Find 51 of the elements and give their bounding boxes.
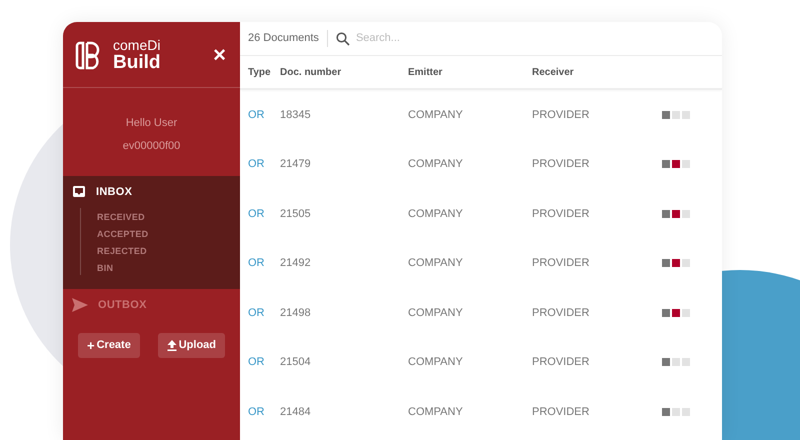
doc-number: 21479 — [280, 157, 312, 172]
receiver-cell-text: PROVIDER — [532, 355, 590, 370]
column-header: Doc. number — [280, 66, 342, 80]
emitter-cell-text: COMPANY — [408, 355, 464, 370]
emitter-cell-text: COMPANY — [408, 157, 464, 172]
doc-number: 21504 — [280, 355, 312, 370]
inbox-icon — [72, 185, 86, 199]
create-button[interactable]: +Create — [78, 333, 140, 358]
send-icon — [72, 298, 88, 312]
nav-item[interactable]: INBOX — [63, 176, 240, 208]
brand-name: Build — [113, 52, 160, 72]
emitter-cell-text: COMPANY — [408, 256, 464, 271]
doc-type[interactable]: OR — [248, 206, 280, 222]
doc-type[interactable]: OR — [248, 106, 280, 123]
emitter-cell-text: COMPANY — [408, 206, 464, 222]
nav-subitem[interactable]: ACCEPTED — [97, 227, 240, 241]
receiver-cell-text: PROVIDER — [532, 404, 590, 420]
doc-type[interactable]: OR — [248, 354, 280, 370]
user-id: ev00000f00 — [122, 138, 180, 154]
emitter-cell-text: COMPANY — [408, 108, 464, 122]
upload-button[interactable]: Upload — [158, 333, 225, 358]
receiver-cell-text: PROVIDER — [532, 157, 590, 172]
column-header: Emitter — [408, 66, 444, 80]
doc-type[interactable]: OR — [248, 304, 280, 321]
close-button[interactable]: × — [213, 44, 226, 66]
receiver-cell-text: PROVIDER — [532, 206, 590, 222]
emitter-cell-text: COMPANY — [408, 306, 464, 320]
doc-number: 21484 — [280, 404, 312, 420]
nav-item[interactable]: OUTBOX — [63, 289, 240, 321]
column-header: Receiver — [532, 66, 575, 80]
doc-type[interactable]: OR — [248, 156, 280, 172]
receiver-cell-text: PROVIDER — [532, 108, 590, 122]
emitter-cell-text: COMPANY — [408, 404, 464, 420]
search-field[interactable]: Search... — [356, 30, 516, 47]
nav-subitem[interactable]: BIN — [97, 261, 240, 275]
document-count: 26 Documents — [248, 30, 328, 47]
upload-icon — [166, 340, 177, 351]
doc-number: 21492 — [280, 256, 312, 271]
doc-number: 18345 — [280, 108, 312, 122]
brand-name: comeDi — [113, 38, 160, 52]
doc-type[interactable]: OR — [248, 404, 280, 420]
nav-subitem[interactable]: REJECTED — [97, 244, 240, 258]
greeting: Hello User — [126, 116, 178, 131]
doc-number: 21498 — [280, 306, 312, 320]
doc-type[interactable]: OR — [248, 255, 280, 272]
search-icon — [336, 32, 350, 46]
receiver-cell-text: PROVIDER — [532, 256, 590, 271]
doc-number: 21505 — [280, 206, 312, 222]
receiver-cell-text: PROVIDER — [532, 306, 590, 320]
column-header: Type — [248, 66, 272, 80]
nav-subitem[interactable]: RECEIVED — [97, 210, 240, 224]
